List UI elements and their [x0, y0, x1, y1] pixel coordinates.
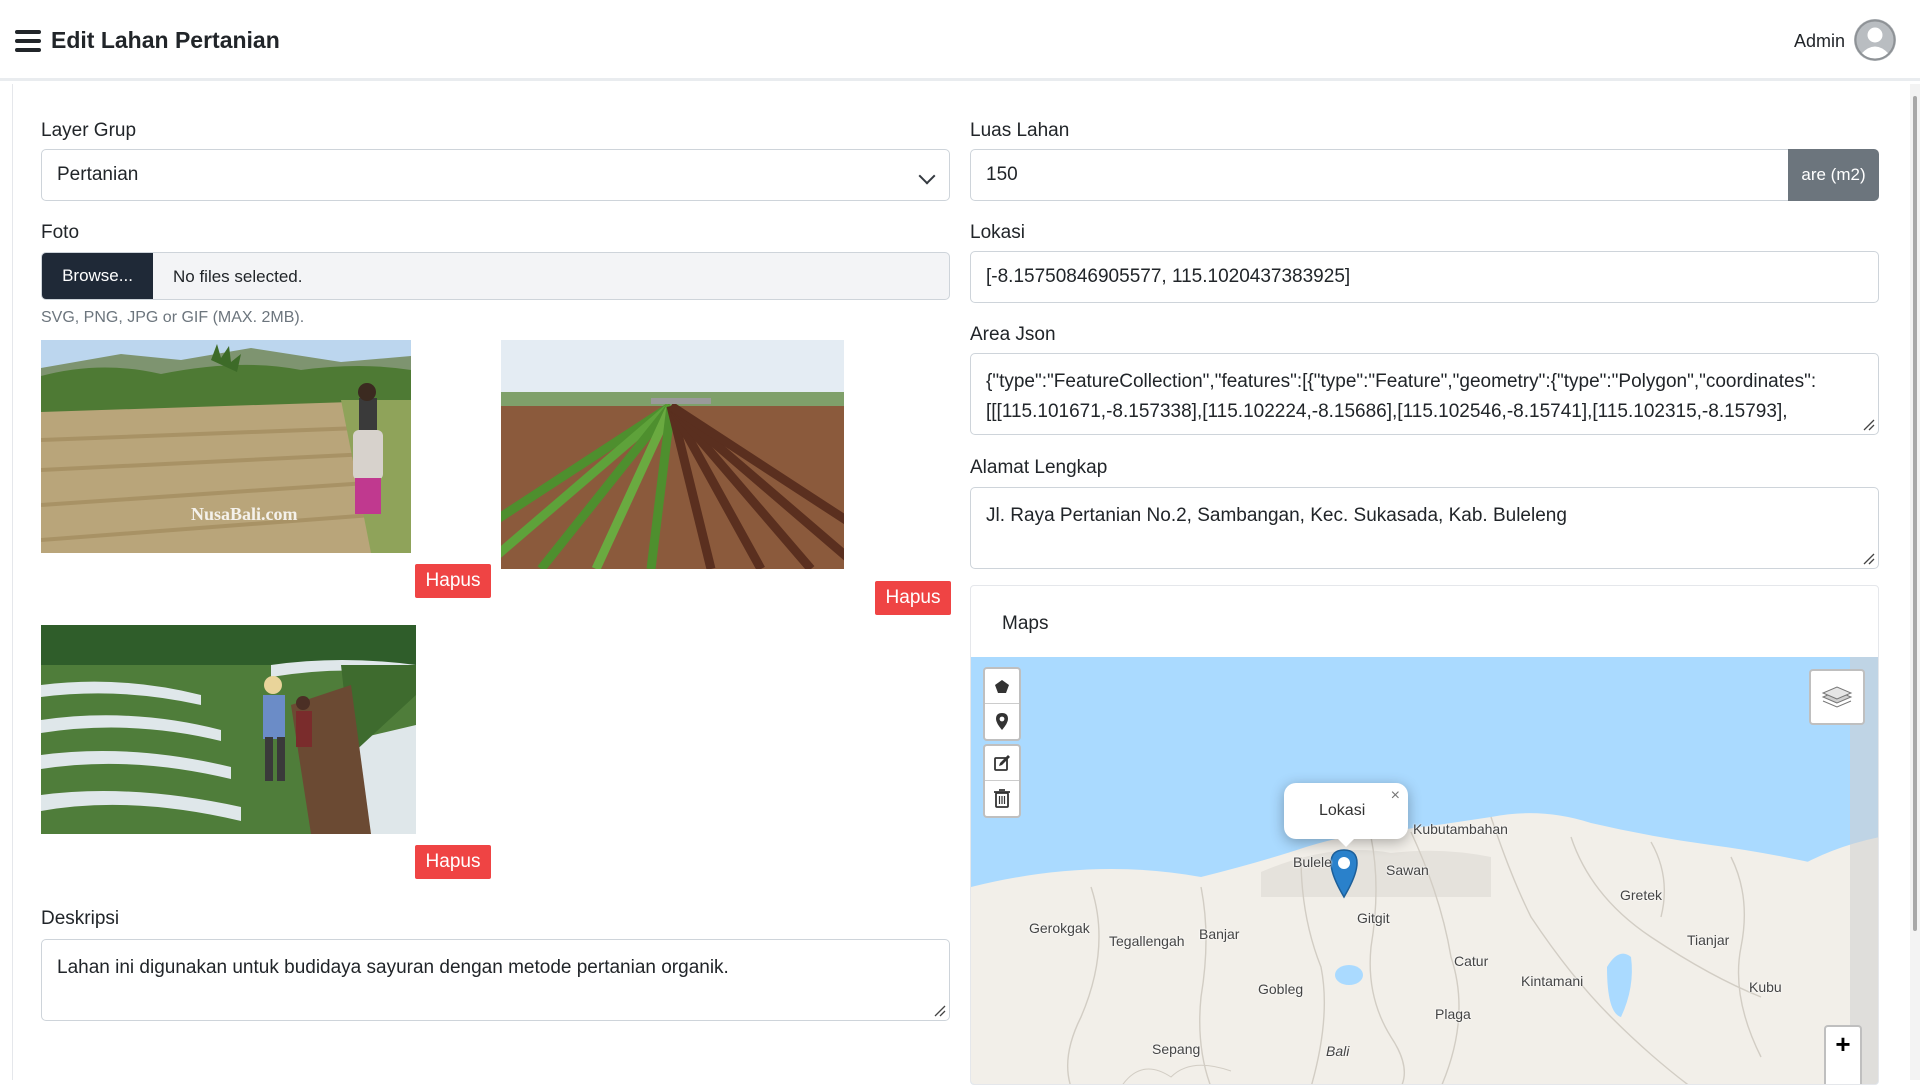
- place-kubu: Kubu: [1749, 979, 1782, 995]
- file-status: No files selected.: [173, 267, 303, 286]
- close-icon[interactable]: ×: [1391, 787, 1400, 805]
- resize-handle-icon[interactable]: [1861, 417, 1875, 431]
- foto-label: Foto: [41, 222, 80, 243]
- chevron-down-icon: [918, 167, 936, 185]
- photo-1: NusaBali.com: [41, 340, 411, 553]
- layers-icon: [1821, 686, 1853, 708]
- alamat-lengkap-label: Alamat Lengkap: [970, 457, 1108, 478]
- place-tegallengah: Tegallengah: [1109, 933, 1185, 949]
- place-gerokgak: Gerokgak: [1029, 920, 1090, 936]
- edit-layers-icon[interactable]: [985, 746, 1019, 781]
- popup-text: Lokasi: [1319, 802, 1366, 819]
- photo-watermark: NusaBali.com: [191, 504, 298, 524]
- user-icon: [1854, 19, 1896, 61]
- deskripsi-textarea[interactable]: Lahan ini digunakan untuk budidaya sayur…: [41, 939, 950, 1021]
- map-view[interactable]: Lokasi × Kubutambahan Bulele Sawan Grete…: [971, 657, 1878, 1084]
- place-gitgit: Gitgit: [1357, 910, 1390, 926]
- photo-2: [501, 340, 844, 569]
- lokasi-label: Lokasi: [970, 222, 1025, 243]
- place-sepang: Sepang: [1152, 1041, 1201, 1057]
- resize-handle-icon[interactable]: [932, 1003, 946, 1017]
- location-marker-icon[interactable]: [1328, 847, 1360, 899]
- layers-control[interactable]: [1809, 669, 1865, 725]
- area-json-line-2: [[[115.101671,-8.157338],[115.102224,-8.…: [986, 401, 1788, 422]
- page-title: Edit Lahan Pertanian: [51, 27, 280, 53]
- menu-icon[interactable]: [15, 30, 41, 52]
- place-gretek: Gretek: [1620, 887, 1663, 903]
- layer-grup-select[interactable]: Pertanian: [41, 149, 950, 201]
- place-gobleg: Gobleg: [1258, 981, 1304, 997]
- layer-grup-value: Pertanian: [57, 164, 139, 185]
- delete-layers-icon[interactable]: [985, 781, 1019, 816]
- draw-marker-icon[interactable]: [985, 704, 1019, 739]
- area-json-textarea[interactable]: {"type":"FeatureCollection","features":[…: [970, 353, 1879, 435]
- edit-toolbar: [983, 744, 1021, 818]
- place-kubutambahan: Kubutambahan: [1413, 821, 1508, 837]
- zoom-control: +: [1824, 1025, 1862, 1084]
- draw-toolbar: [983, 667, 1021, 741]
- luas-lahan-value: 150: [986, 164, 1018, 185]
- zoom-in-button[interactable]: +: [1826, 1027, 1860, 1061]
- delete-photo-3-button[interactable]: Hapus: [415, 845, 491, 879]
- deskripsi-label: Deskripsi: [41, 908, 120, 929]
- place-kintamani: Kintamani: [1521, 973, 1584, 989]
- luas-lahan-input[interactable]: 150: [970, 149, 1790, 201]
- place-plaga: Plaga: [1435, 1006, 1471, 1022]
- resize-handle-icon[interactable]: [1861, 551, 1875, 565]
- alamat-lengkap-textarea[interactable]: Jl. Raya Pertanian No.2, Sambangan, Kec.…: [970, 487, 1879, 569]
- user-name[interactable]: Admin: [1794, 31, 1845, 52]
- scrollbar-thumb[interactable]: [1913, 96, 1917, 931]
- photo-3: [41, 625, 416, 834]
- area-json-line-1: {"type":"FeatureCollection","features":[…: [986, 371, 1817, 392]
- browse-button[interactable]: Browse...: [42, 253, 153, 299]
- luas-lahan-label: Luas Lahan: [970, 120, 1070, 141]
- lokasi-input[interactable]: [-8.15750846905577, 115.1020437383925]: [970, 251, 1879, 303]
- draw-polygon-icon[interactable]: [985, 669, 1019, 704]
- place-banjar: Banjar: [1199, 926, 1240, 942]
- file-hint: SVG, PNG, JPG or GIF (MAX. 2MB).: [41, 309, 305, 326]
- alamat-lengkap-value: Jl. Raya Pertanian No.2, Sambangan, Kec.…: [986, 505, 1567, 526]
- maps-card: Maps Lokasi × Kubutambahan Bulele Sawan …: [970, 585, 1879, 1085]
- lokasi-value: [-8.15750846905577, 115.1020437383925]: [986, 266, 1351, 287]
- avatar[interactable]: [1854, 19, 1896, 61]
- foto-file-input[interactable]: Browse... No files selected.: [41, 252, 950, 300]
- top-bar: Edit Lahan Pertanian Admin: [0, 0, 1920, 81]
- place-catur: Catur: [1454, 953, 1489, 969]
- place-tianjar: Tianjar: [1687, 932, 1730, 948]
- delete-photo-2-button[interactable]: Hapus: [875, 581, 951, 615]
- delete-photo-1-button[interactable]: Hapus: [415, 564, 491, 598]
- place-sawan: Sawan: [1386, 862, 1429, 878]
- unit-addon: are (m2): [1788, 149, 1879, 201]
- maps-title: Maps: [1002, 613, 1049, 634]
- area-json-label: Area Json: [970, 324, 1056, 345]
- place-bali: Bali: [1326, 1043, 1350, 1059]
- deskripsi-value: Lahan ini digunakan untuk budidaya sayur…: [57, 957, 729, 978]
- area-json-value: {"type":"FeatureCollection","features":[…: [986, 367, 1868, 427]
- place-buleleng: Bulele: [1293, 854, 1332, 870]
- location-popup: Lokasi ×: [1284, 783, 1408, 847]
- layer-grup-label: Layer Grup: [41, 120, 137, 141]
